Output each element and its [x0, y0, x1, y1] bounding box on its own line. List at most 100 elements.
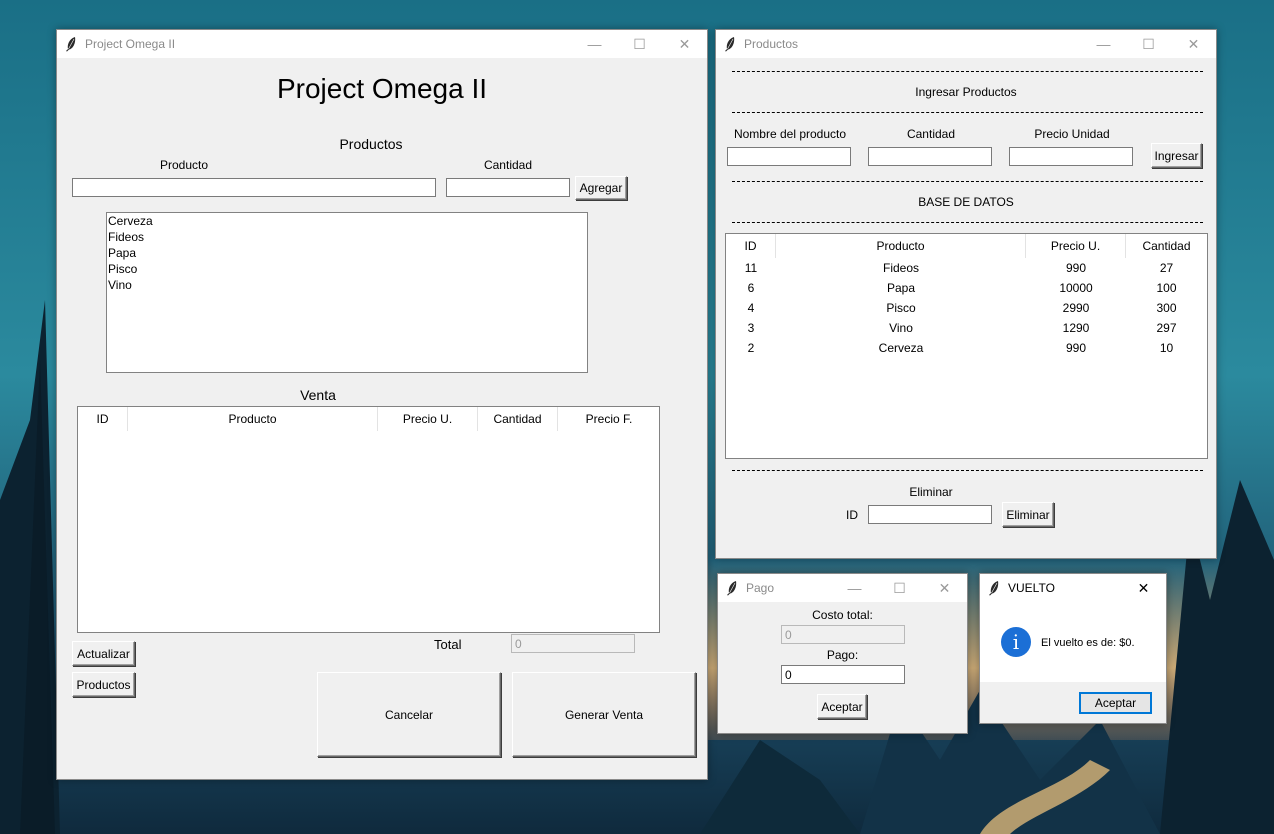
product-listbox[interactable]: Cerveza Fideos Papa Pisco Vino: [106, 212, 588, 373]
aceptar-button[interactable]: Aceptar: [817, 694, 867, 719]
main-window: Project Omega II — ☐ ✕ Project Omega II …: [56, 29, 708, 780]
info-icon: i: [1001, 627, 1031, 657]
column-header-producto[interactable]: Producto: [128, 407, 378, 431]
cell-producto: Fideos: [882, 261, 920, 275]
pago-label: Pago:: [826, 648, 859, 662]
cell-id: 2: [747, 341, 755, 355]
list-item[interactable]: Cerveza: [107, 213, 587, 229]
main-window-titlebar[interactable]: Project Omega II — ☐ ✕: [57, 30, 707, 58]
close-icon[interactable]: ✕: [662, 30, 707, 58]
costo-total-field: [781, 625, 905, 644]
separator: [732, 112, 1203, 113]
db-heading: BASE DE DATOS: [918, 195, 1014, 209]
nombre-input[interactable]: [727, 147, 851, 166]
column-header-precio-f[interactable]: Precio F.: [558, 407, 660, 431]
cell-precio: 990: [1065, 261, 1087, 275]
cantidad-input[interactable]: [446, 178, 570, 197]
aceptar-button[interactable]: Aceptar: [1079, 692, 1152, 714]
nombre-label: Nombre del producto: [733, 127, 847, 141]
separator: [732, 470, 1203, 471]
agregar-button[interactable]: Agregar: [575, 176, 627, 200]
column-header-cantidad[interactable]: Cantidad: [1126, 234, 1207, 258]
window-title: VUELTO: [1008, 581, 1055, 595]
column-header-producto[interactable]: Producto: [776, 234, 1026, 258]
close-icon[interactable]: ✕: [922, 574, 967, 602]
cell-id: 4: [747, 301, 755, 315]
ingresar-button[interactable]: Ingresar: [1151, 143, 1202, 168]
eliminar-button[interactable]: Eliminar: [1002, 502, 1054, 527]
list-item[interactable]: Fideos: [107, 229, 587, 245]
column-header-cantidad[interactable]: Cantidad: [478, 407, 558, 431]
venta-label: Venta: [300, 387, 336, 403]
productos-window-titlebar[interactable]: Productos — ☐ ✕: [716, 30, 1216, 58]
cantidad-label: Cantidad: [906, 127, 956, 141]
actualizar-button[interactable]: Actualizar: [72, 641, 135, 666]
column-header-precio-u[interactable]: Precio U.: [1026, 234, 1126, 258]
productos-table[interactable]: ID Producto Precio U. Cantidad 11 Fideos…: [725, 233, 1208, 459]
table-row[interactable]: 4 Pisco 2990 300: [726, 298, 1207, 318]
cell-cantidad: 10: [1159, 341, 1174, 355]
vuelto-dialog-titlebar[interactable]: VUELTO ✕: [980, 574, 1166, 602]
list-item[interactable]: Pisco: [107, 261, 587, 277]
precio-input[interactable]: [1009, 147, 1133, 166]
list-item[interactable]: Papa: [107, 245, 587, 261]
separator: [732, 222, 1203, 223]
close-icon[interactable]: ✕: [1121, 574, 1166, 602]
list-item[interactable]: Vino: [107, 277, 587, 293]
app-heading: Project Omega II: [276, 73, 488, 104]
separator: [732, 71, 1203, 72]
table-row[interactable]: 2 Cerveza 990 10: [726, 338, 1207, 358]
maximize-icon[interactable]: ☐: [617, 30, 662, 58]
generar-venta-button[interactable]: Generar Venta: [512, 672, 696, 757]
cell-id: 6: [747, 281, 755, 295]
cancelar-button[interactable]: Cancelar: [317, 672, 501, 757]
productos-section-label: Productos: [339, 136, 403, 152]
cell-producto: Cerveza: [878, 341, 924, 355]
cell-id: 3: [747, 321, 755, 335]
id-input[interactable]: [868, 505, 992, 524]
column-header-id[interactable]: ID: [726, 234, 776, 258]
column-header-precio-u[interactable]: Precio U.: [378, 407, 478, 431]
costo-total-label: Costo total:: [812, 608, 873, 622]
pago-window: Pago — ☐ ✕ Costo total: Pago: Aceptar: [717, 573, 968, 734]
pago-window-titlebar[interactable]: Pago — ☐ ✕: [718, 574, 967, 602]
cell-producto: Papa: [886, 281, 916, 295]
separator: [732, 181, 1203, 182]
vuelto-message: El vuelto es de: $0.: [1041, 637, 1135, 649]
productos-button[interactable]: Productos: [72, 672, 135, 697]
cell-precio: 1290: [1062, 321, 1090, 335]
cell-cantidad: 300: [1156, 301, 1177, 315]
cantidad-label: Cantidad: [483, 158, 533, 172]
minimize-icon[interactable]: —: [832, 574, 877, 602]
table-row[interactable]: 6 Papa 10000 100: [726, 278, 1207, 298]
cell-producto: Vino: [889, 321, 913, 335]
cantidad-input[interactable]: [868, 147, 992, 166]
window-title: Pago: [746, 581, 775, 595]
minimize-icon[interactable]: —: [572, 30, 617, 58]
cell-precio: 2990: [1062, 301, 1090, 315]
feather-icon: [725, 37, 735, 52]
cell-precio: 10000: [1059, 281, 1093, 295]
maximize-icon[interactable]: ☐: [1126, 30, 1171, 58]
feather-icon: [989, 581, 999, 596]
productos-window: Productos — ☐ ✕ Ingresar Productos Nombr…: [715, 29, 1217, 559]
table-header: ID Producto Precio U. Cantidad Precio F.: [78, 407, 659, 431]
table-row[interactable]: 11 Fideos 990 27: [726, 258, 1207, 278]
feather-icon: [66, 37, 76, 52]
window-title: Project Omega II: [85, 37, 176, 51]
producto-input[interactable]: [72, 178, 436, 197]
pago-input[interactable]: [781, 665, 905, 684]
producto-label: Producto: [159, 158, 209, 172]
venta-table[interactable]: ID Producto Precio U. Cantidad Precio F.: [77, 406, 660, 633]
cell-producto: Pisco: [886, 301, 916, 315]
feather-icon: [727, 581, 737, 596]
minimize-icon[interactable]: —: [1081, 30, 1126, 58]
maximize-icon[interactable]: ☐: [877, 574, 922, 602]
precio-label: Precio Unidad: [1034, 127, 1110, 141]
cell-precio: 990: [1065, 341, 1087, 355]
table-row[interactable]: 3 Vino 1290 297: [726, 318, 1207, 338]
column-header-id[interactable]: ID: [78, 407, 128, 431]
id-label: ID: [846, 508, 858, 522]
table-header: ID Producto Precio U. Cantidad: [726, 234, 1207, 258]
close-icon[interactable]: ✕: [1171, 30, 1216, 58]
